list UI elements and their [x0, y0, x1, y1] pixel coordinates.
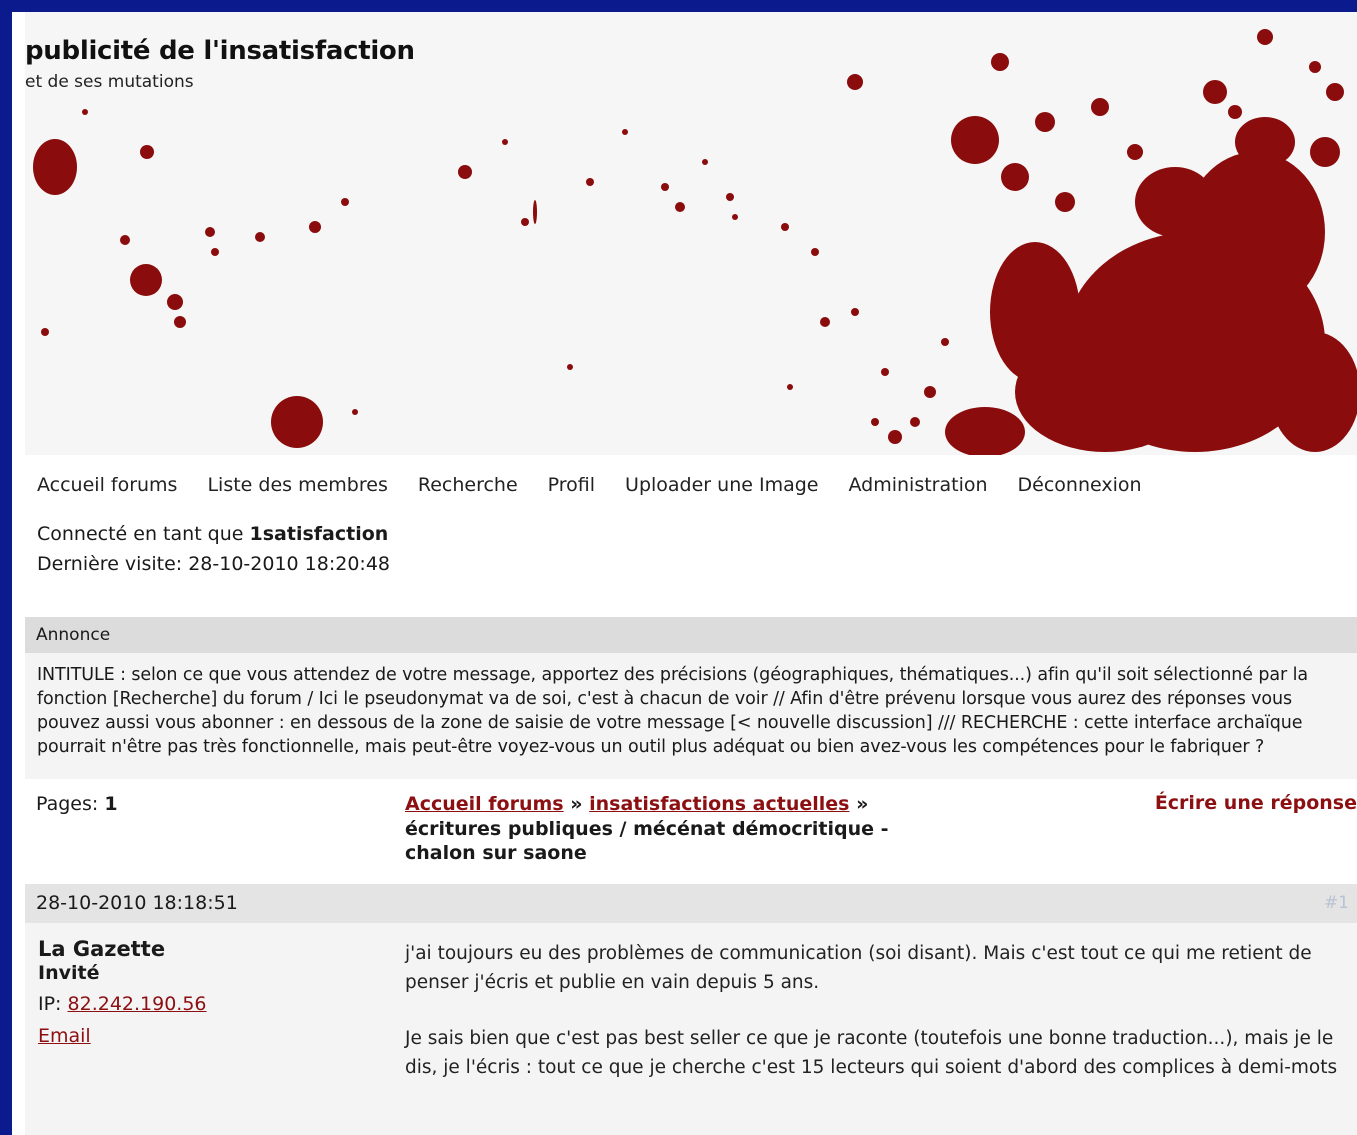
- crumb-home-link[interactable]: Accueil forums: [405, 793, 564, 815]
- crumb-separator: »: [563, 793, 590, 815]
- breadcrumb: Accueil forums » insatisfactions actuell…: [405, 792, 915, 866]
- crumb-forum-link[interactable]: insatisfactions actuelles: [589, 793, 849, 815]
- pagination: Pages: 1: [36, 793, 118, 815]
- post-date: 28-10-2010 18:18:51: [36, 892, 238, 914]
- ip-link[interactable]: 82.242.190.56: [68, 993, 207, 1015]
- post-body: La Gazette Invité IP: 82.242.190.56 Emai…: [25, 923, 1357, 1135]
- message-paragraph: Je sais bien que c'est pas best seller c…: [405, 1028, 1338, 1078]
- author-email-link[interactable]: Email: [38, 1025, 91, 1047]
- crumb-topic: écritures publiques / mécénat démocritiq…: [405, 817, 889, 865]
- nav-uploader-image[interactable]: Uploader une Image: [625, 474, 818, 496]
- author-rank: Invité: [38, 962, 100, 984]
- main-nav: Accueil forums Liste des membres Recherc…: [25, 455, 1357, 515]
- page-wrapper: publicité de l'insatisfaction et de ses …: [25, 12, 1357, 1135]
- announcement-text: INTITULE : selon ce que vous attendez de…: [25, 653, 1357, 779]
- pages-label: Pages:: [36, 793, 99, 815]
- nav-deconnexion[interactable]: Déconnexion: [1018, 474, 1142, 496]
- logged-in-line: Connecté en tant que 1satisfaction: [37, 519, 1357, 549]
- ip-label: IP:: [38, 993, 62, 1015]
- user-status: Connecté en tant que 1satisfaction Derni…: [25, 515, 1357, 609]
- site-subtitle: et de ses mutations: [25, 72, 194, 92]
- site-title: publicité de l'insatisfaction: [25, 36, 415, 66]
- post-author: La Gazette Invité IP: 82.242.190.56 Emai…: [38, 937, 207, 1047]
- logged-in-username: 1satisfaction: [249, 523, 389, 545]
- nav-liste-membres[interactable]: Liste des membres: [207, 474, 387, 496]
- header-banner: publicité de l'insatisfaction et de ses …: [25, 12, 1357, 455]
- crumb-separator: »: [849, 793, 869, 815]
- logged-in-prefix: Connecté en tant que: [37, 523, 244, 545]
- last-visit: Dernière visite: 28-10-2010 18:20:48: [37, 553, 391, 575]
- announcement-heading: Annonce: [25, 617, 1357, 653]
- nav-recherche[interactable]: Recherche: [418, 474, 518, 496]
- post-reply-link[interactable]: Écrire une réponse: [1155, 792, 1357, 814]
- post-header: 28-10-2010 18:18:51 #1: [25, 884, 1357, 923]
- author-name: La Gazette: [38, 937, 166, 961]
- page-number: 1: [104, 793, 118, 815]
- post-permalink[interactable]: #1: [1324, 884, 1349, 923]
- post-message: j'ai toujours eu des problèmes de commun…: [405, 939, 1350, 1109]
- author-ip: IP: 82.242.190.56: [38, 993, 207, 1015]
- nav-administration[interactable]: Administration: [848, 474, 987, 496]
- blood-splatter-graphic: [33, 29, 1357, 455]
- nav-accueil-forums[interactable]: Accueil forums: [37, 474, 177, 496]
- message-paragraph: j'ai toujours eu des problèmes de commun…: [405, 943, 1312, 993]
- page-frame: publicité de l'insatisfaction et de ses …: [12, 12, 1357, 1135]
- nav-profil[interactable]: Profil: [548, 474, 595, 496]
- topic-link-row: Pages: 1 Accueil forums » insatisfaction…: [25, 779, 1357, 884]
